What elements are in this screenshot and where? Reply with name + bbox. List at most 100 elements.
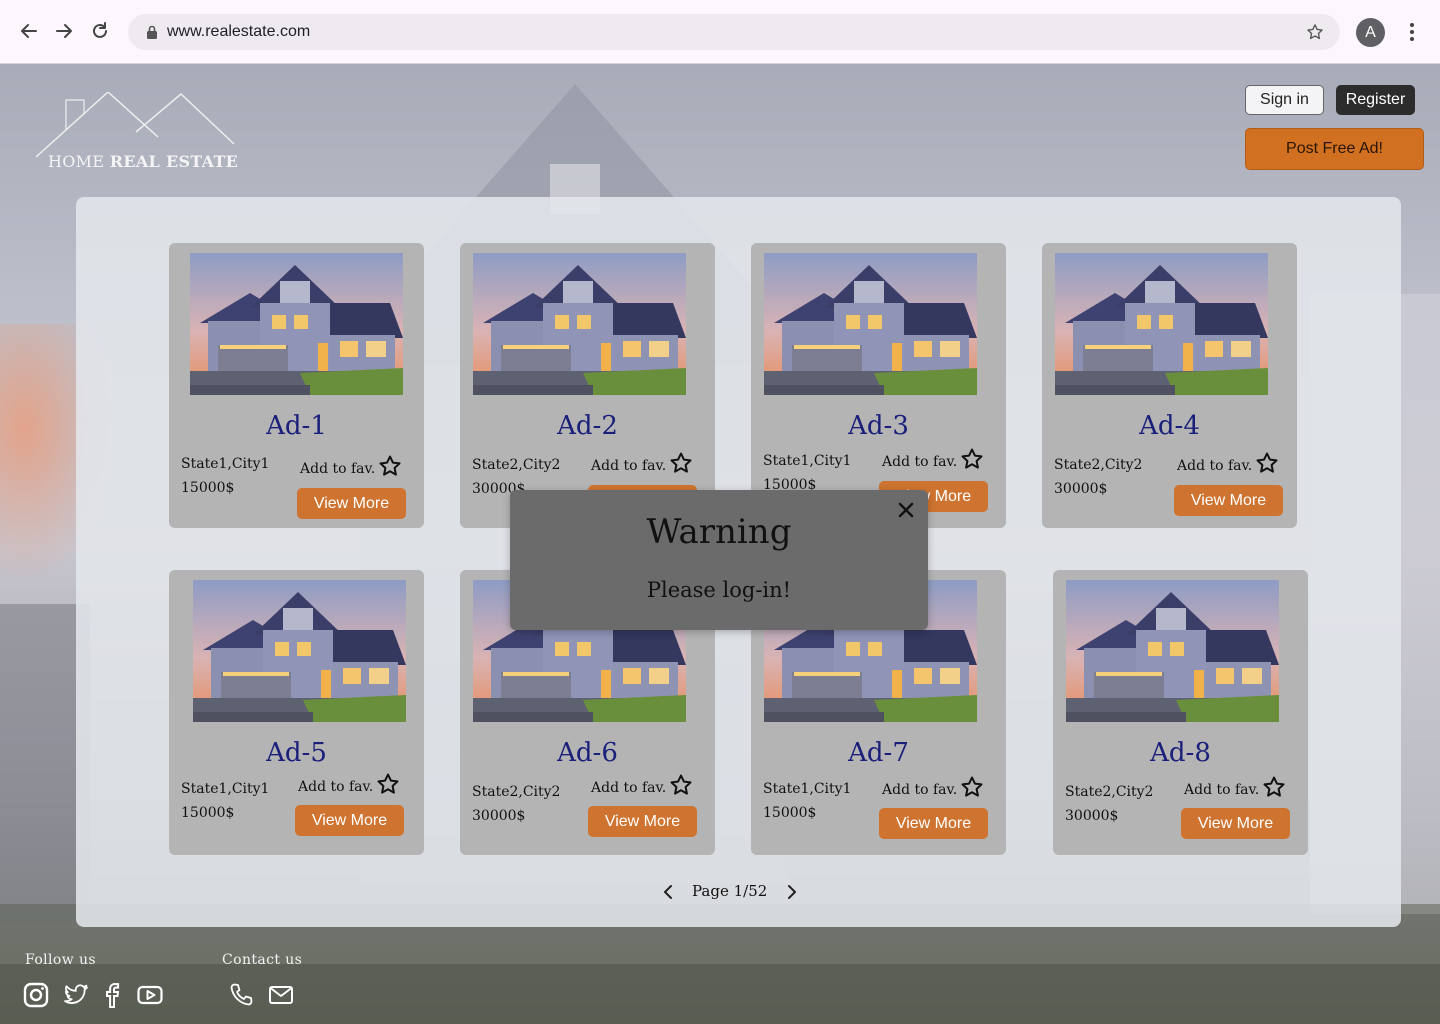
chevron-left-icon[interactable] <box>658 882 678 902</box>
ad-title[interactable]: Ad-1 <box>169 411 424 441</box>
view-more-button[interactable]: View More <box>1181 808 1290 839</box>
pagination: Page 1/52 <box>658 880 808 904</box>
url-text: www.realestate.com <box>167 23 311 40</box>
ad-card[interactable]: Ad-5 State1,City1 15000$ Add to fav. Vie… <box>169 570 424 855</box>
ad-location: State1,City1 <box>181 781 270 797</box>
add-to-fav[interactable]: Add to fav. <box>300 455 402 478</box>
add-to-fav[interactable]: Add to fav. <box>591 452 693 475</box>
ad-location: State2,City2 <box>472 457 561 473</box>
add-to-fav-label: Add to fav. <box>1184 782 1260 798</box>
add-to-fav[interactable]: Add to fav. <box>882 448 984 471</box>
instagram-icon[interactable] <box>23 982 49 1008</box>
ad-location: State2,City2 <box>472 784 561 800</box>
modal-close-button[interactable] <box>894 498 918 522</box>
chevron-right-icon[interactable] <box>782 882 802 902</box>
add-to-fav-label: Add to fav. <box>591 780 667 796</box>
site-logo[interactable]: HOME REAL ESTATE <box>35 90 240 178</box>
star-outline-icon[interactable] <box>669 451 693 475</box>
logo-text-home: HOME <box>48 152 105 171</box>
add-to-fav-label: Add to fav. <box>300 461 376 477</box>
add-to-fav[interactable]: Add to fav. <box>1184 776 1286 799</box>
ad-title[interactable]: Ad-2 <box>460 411 715 441</box>
ad-card[interactable]: Ad-1 State1,City1 15000$ Add to fav. Vie… <box>169 243 424 528</box>
logo-text-brand: REAL ESTATE <box>109 152 239 171</box>
view-more-button[interactable]: View More <box>295 805 404 836</box>
post-ad-button[interactable]: Post Free Ad! <box>1245 128 1424 170</box>
youtube-icon[interactable] <box>137 982 163 1008</box>
reload-button[interactable] <box>87 18 113 44</box>
browser-toolbar: www.realestate.com A <box>0 0 1440 64</box>
modal-message: Please log-in! <box>646 578 792 602</box>
view-more-button[interactable]: View More <box>1174 485 1283 516</box>
add-to-fav[interactable]: Add to fav. <box>591 774 693 797</box>
ad-photo[interactable] <box>193 580 406 722</box>
logo-text: HOME REAL ESTATE <box>48 152 238 171</box>
view-more-button[interactable]: View More <box>297 488 406 519</box>
profile-avatar[interactable]: A <box>1356 18 1385 47</box>
reload-icon <box>93 22 107 38</box>
ad-title[interactable]: Ad-8 <box>1053 738 1308 768</box>
ad-title[interactable]: Ad-3 <box>751 411 1006 441</box>
ad-title[interactable]: Ad-5 <box>169 738 424 768</box>
star-outline-icon[interactable] <box>960 775 984 799</box>
ad-title[interactable]: Ad-7 <box>751 738 1006 768</box>
star-outline-icon[interactable] <box>378 454 402 478</box>
address-bar[interactable]: www.realestate.com <box>128 14 1340 50</box>
ad-card[interactable]: Ad-4 State2,City2 30000$ Add to fav. Vie… <box>1042 243 1297 528</box>
house-photo <box>1066 580 1279 722</box>
ad-location: State1,City1 <box>763 453 852 469</box>
close-icon <box>898 502 914 518</box>
star-outline-icon[interactable] <box>960 447 984 471</box>
follow-us-heading: Follow us <box>25 952 96 968</box>
view-more-button[interactable]: View More <box>879 808 988 839</box>
add-to-fav-label: Add to fav. <box>1177 458 1253 474</box>
ad-card[interactable]: Ad-3 State1,City1 15000$ Add to fav. Vie… <box>751 243 1006 528</box>
back-button[interactable] <box>16 18 42 44</box>
ad-card[interactable]: Ad-2 State2,City2 30000$ Add to fav. Vie… <box>460 243 715 528</box>
ad-location: State2,City2 <box>1054 457 1143 473</box>
page-content: HOME REAL ESTATE Sign in Register Post F… <box>0 64 1440 1024</box>
ad-price: 30000$ <box>1065 808 1119 824</box>
arrow-right-icon <box>56 24 72 38</box>
house-photo <box>190 253 403 395</box>
add-to-fav[interactable]: Add to fav. <box>1177 452 1279 475</box>
house-photo <box>1055 253 1268 395</box>
ad-photo[interactable] <box>764 253 977 395</box>
add-to-fav[interactable]: Add to fav. <box>882 776 984 799</box>
star-outline-icon[interactable] <box>669 773 693 797</box>
mail-icon[interactable] <box>268 982 294 1008</box>
star-outline-icon[interactable] <box>1255 451 1279 475</box>
arrow-left-icon <box>21 24 37 38</box>
ad-location: State1,City1 <box>763 781 852 797</box>
bookmark-star-icon[interactable] <box>1306 23 1324 41</box>
ad-location: State2,City2 <box>1065 784 1154 800</box>
ad-photo[interactable] <box>190 253 403 395</box>
ad-photo[interactable] <box>473 253 686 395</box>
star-outline-icon[interactable] <box>1262 775 1286 799</box>
house-photo <box>193 580 406 722</box>
ad-price: 30000$ <box>472 808 526 824</box>
page-indicator: Page 1/52 <box>692 882 768 900</box>
ad-location: State1,City1 <box>181 456 270 472</box>
add-to-fav-label: Add to fav. <box>882 454 958 470</box>
browser-menu-icon[interactable] <box>1402 20 1422 44</box>
ad-price: 30000$ <box>1054 481 1108 497</box>
modal-title: Warning <box>646 512 792 552</box>
ad-price: 15000$ <box>181 480 235 496</box>
ad-title[interactable]: Ad-6 <box>460 738 715 768</box>
twitter-icon[interactable] <box>63 982 89 1008</box>
ad-card[interactable]: Ad-8 State2,City2 30000$ Add to fav. Vie… <box>1053 570 1308 855</box>
ad-photo[interactable] <box>1055 253 1268 395</box>
phone-icon[interactable] <box>228 982 254 1008</box>
ad-price: 15000$ <box>181 805 235 821</box>
ad-title[interactable]: Ad-4 <box>1042 411 1297 441</box>
forward-button[interactable] <box>51 18 77 44</box>
sign-in-button[interactable]: Sign in <box>1245 85 1324 115</box>
register-button[interactable]: Register <box>1336 85 1415 115</box>
view-more-button[interactable]: View More <box>588 806 697 837</box>
ad-photo[interactable] <box>1066 580 1279 722</box>
add-to-fav[interactable]: Add to fav. <box>298 773 400 796</box>
star-outline-icon[interactable] <box>376 772 400 796</box>
facebook-icon[interactable] <box>99 982 125 1008</box>
add-to-fav-label: Add to fav. <box>882 782 958 798</box>
